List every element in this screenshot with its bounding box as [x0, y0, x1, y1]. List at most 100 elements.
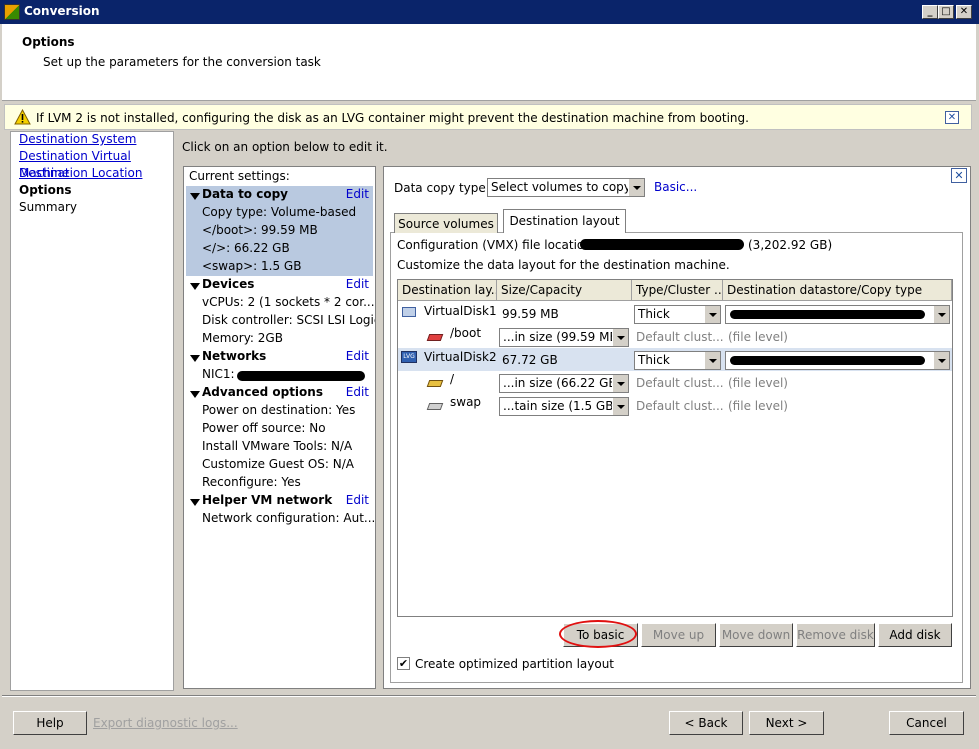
partition-icon — [426, 334, 444, 341]
customize-text: Customize the data layout for the destin… — [397, 258, 730, 272]
advanced-options-title: Advanced options — [202, 385, 323, 399]
edit-advanced-link[interactable]: Edit — [346, 385, 369, 399]
collapse-triangle-icon[interactable] — [190, 499, 200, 506]
copy-type-value: Select volumes to copy — [491, 180, 631, 194]
column-header[interactable]: Size/Capacity — [497, 280, 632, 301]
close-window-button[interactable]: ✕ — [956, 5, 972, 19]
copy-type: (file level) — [728, 399, 788, 413]
edit-networks-link[interactable]: Edit — [346, 349, 369, 363]
cluster-type: Default clust... — [636, 376, 724, 390]
redaction-mark — [237, 371, 365, 381]
size-select[interactable]: ...tain size (1.5 GB) — [499, 397, 629, 416]
config-location-label: Configuration (VMX) file location: — [397, 238, 596, 252]
setting-line: Reconfigure: Yes — [202, 475, 301, 489]
copy-type: (file level) — [728, 376, 788, 390]
next-button[interactable]: Next > — [749, 711, 824, 735]
dropdown-arrow-icon — [612, 329, 628, 346]
datastore-select[interactable] — [725, 351, 950, 370]
size-select[interactable]: ...in size (66.22 GB) — [499, 374, 629, 393]
nav-destination-vm[interactable]: Destination Virtual Machine — [11, 148, 173, 180]
virtual-disk-icon — [402, 307, 416, 317]
nav-destination-system[interactable]: Destination System — [11, 131, 173, 148]
wizard-header: Options Set up the parameters for the co… — [2, 24, 976, 101]
column-header[interactable]: Destination lay... — [398, 280, 497, 301]
setting-line: Customize Guest OS: N/A — [202, 457, 355, 471]
size-value: ...tain size (1.5 GB) — [503, 399, 619, 413]
setting-line: Power off source: No — [202, 421, 326, 435]
config-size: (3,202.92 GB) — [748, 238, 833, 252]
minimize-button[interactable]: _ — [922, 5, 938, 19]
edit-helper-link[interactable]: Edit — [346, 493, 369, 507]
data-to-copy-title: Data to copy — [202, 187, 288, 201]
dropdown-arrow-icon — [704, 306, 720, 323]
disk-size: 67.72 GB — [502, 353, 558, 367]
window-title: Conversion — [24, 4, 100, 18]
remove-disk-button[interactable]: Remove disk — [796, 623, 875, 647]
move-up-button[interactable]: Move up — [641, 623, 716, 647]
lvg-disk-icon: LVG — [401, 351, 417, 363]
setting-line: vCPUs: 2 (1 sockets * 2 cor... — [202, 295, 375, 309]
column-header[interactable]: Destination datastore/Copy type — [723, 280, 952, 301]
collapse-triangle-icon[interactable] — [190, 283, 200, 290]
type-select[interactable]: Thick — [634, 305, 721, 324]
cluster-type: Default clust... — [636, 330, 724, 344]
size-select[interactable]: ...in size (99.59 MB) — [499, 328, 629, 347]
setting-line: Copy type: Volume-based — [202, 205, 357, 219]
export-logs-link[interactable]: Export diagnostic logs... — [93, 716, 238, 730]
page-subtitle: Set up the parameters for the conversion… — [43, 55, 321, 69]
redaction-mark — [580, 239, 744, 250]
highlight-circle — [559, 620, 637, 648]
edit-devices-link[interactable]: Edit — [346, 277, 369, 291]
table-row[interactable]: / ...in size (66.22 GB) Default clust...… — [398, 371, 952, 394]
table-row[interactable]: LVG VirtualDisk2 67.72 GB Thick — [398, 348, 952, 371]
maximize-button[interactable]: □ — [938, 5, 954, 19]
type-value: Thick — [638, 353, 670, 367]
nav-destination-location[interactable]: Destination Location — [11, 165, 173, 182]
redaction-mark — [730, 356, 925, 365]
cancel-button[interactable]: Cancel — [889, 711, 964, 735]
dropdown-arrow-icon — [628, 179, 644, 196]
edit-data-to-copy-link[interactable]: Edit — [346, 187, 369, 201]
collapse-triangle-icon[interactable] — [190, 193, 200, 200]
datastore-select[interactable] — [725, 305, 950, 324]
dropdown-arrow-icon — [612, 398, 628, 415]
basic-link[interactable]: Basic... — [654, 180, 697, 194]
type-value: Thick — [638, 307, 670, 321]
add-disk-button[interactable]: Add disk — [878, 623, 952, 647]
setting-line: NIC1: — [202, 367, 235, 381]
help-button[interactable]: Help — [13, 711, 87, 735]
dismiss-warning-button[interactable]: ✕ — [945, 111, 959, 124]
table-row[interactable]: swap ...tain size (1.5 GB) Default clust… — [398, 394, 952, 417]
setting-line: </boot>: 99.59 MB — [202, 223, 318, 237]
setting-line: Memory: 2GB — [202, 331, 283, 345]
tab-source-volumes[interactable]: Source volumes — [394, 213, 498, 233]
dropdown-arrow-icon — [612, 375, 628, 392]
move-down-button[interactable]: Move down — [719, 623, 793, 647]
setting-line: <swap>: 1.5 GB — [202, 259, 302, 273]
page-title: Options — [22, 35, 75, 49]
nav-summary[interactable]: Summary — [11, 199, 173, 216]
table-row[interactable]: VirtualDisk1 99.59 MB Thick — [398, 302, 952, 325]
close-panel-button[interactable]: ✕ — [951, 168, 967, 183]
settings-panel: Current settings: Data to copy Edit Copy… — [183, 166, 376, 689]
partition-name: / — [450, 372, 455, 386]
collapse-triangle-icon[interactable] — [190, 355, 200, 362]
setting-line: Disk controller: SCSI LSI Logic — [202, 313, 376, 327]
partition-icon — [426, 403, 444, 410]
table-row[interactable]: /boot ...in size (99.59 MB) Default clus… — [398, 325, 952, 348]
devices-title: Devices — [202, 277, 255, 291]
type-select[interactable]: Thick — [634, 351, 721, 370]
collapse-triangle-icon[interactable] — [190, 391, 200, 398]
networks-title: Networks — [202, 349, 267, 363]
helper-vm-title: Helper VM network — [202, 493, 333, 507]
warning-text: If LVM 2 is not installed, configuring t… — [36, 111, 749, 125]
back-button[interactable]: < Back — [669, 711, 743, 735]
size-value: ...in size (66.22 GB) — [503, 376, 622, 390]
setting-line: </>: 66.22 GB — [202, 241, 290, 255]
disk-name: VirtualDisk1 — [424, 304, 497, 318]
tab-destination-layout[interactable]: Destination layout — [503, 209, 626, 233]
nav-options[interactable]: Options — [11, 182, 173, 199]
copy-type-select[interactable]: Select volumes to copy — [487, 178, 645, 197]
optimize-checkbox[interactable]: ✔ — [397, 657, 410, 670]
column-header[interactable]: Type/Cluster ... — [632, 280, 723, 301]
